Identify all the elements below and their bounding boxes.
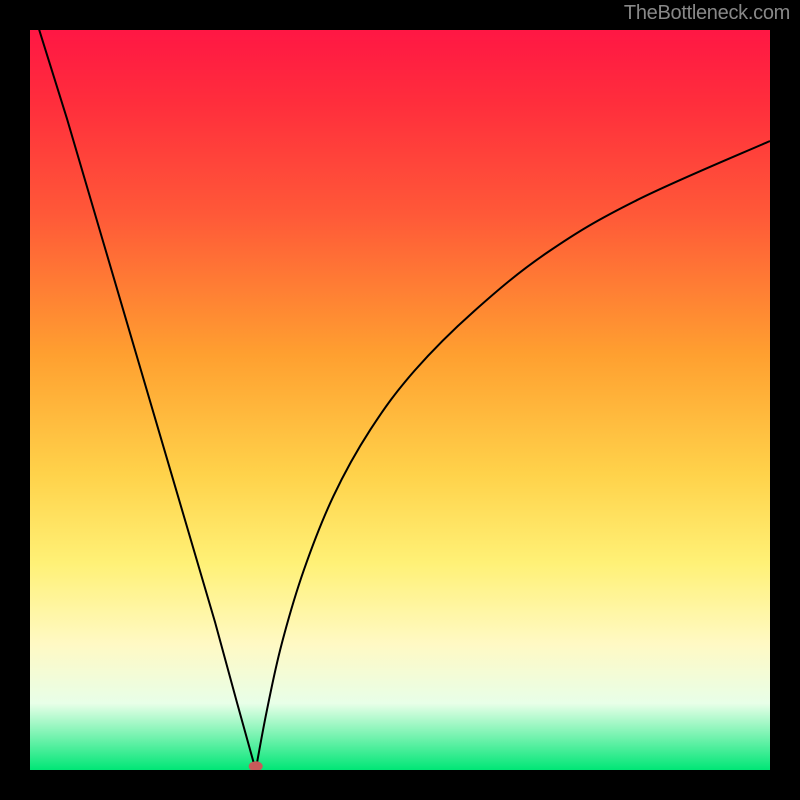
outer-frame: TheBottleneck.com [0,0,800,800]
curve-left-branch [30,30,256,770]
minimum-marker [249,761,263,770]
chart-svg [30,30,770,770]
plot-area [30,30,770,770]
watermark-label: TheBottleneck.com [624,2,790,25]
curve-right-branch [256,141,770,770]
